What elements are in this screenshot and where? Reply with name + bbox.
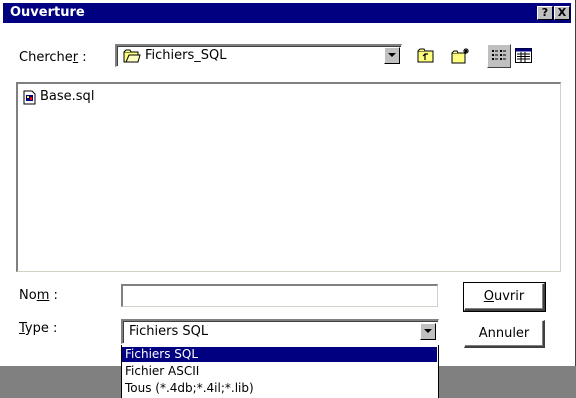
open-button[interactable]: Ouvrir	[463, 282, 546, 312]
dialog-title: Ouverture	[10, 5, 85, 20]
details-view-button[interactable]	[512, 44, 536, 68]
filetype-dropdown-button[interactable]	[420, 323, 436, 340]
close-button[interactable]: X	[554, 6, 570, 20]
filetype-option[interactable]: Tous (*.4db;*.4il;*.lib)	[122, 381, 437, 396]
filetype-combo[interactable]: Fichiers SQL	[121, 319, 439, 344]
new-folder-icon	[451, 47, 471, 68]
folder-icon	[123, 49, 141, 66]
open-dialog: Ouverture ? X Chercher : Fichiers_SQL Ba…	[0, 0, 576, 366]
file-list[interactable]: Base.sql	[16, 82, 561, 272]
details-view-icon	[515, 48, 532, 66]
filetype-option[interactable]: Fichier ASCII	[122, 364, 437, 379]
list-view-icon	[491, 49, 507, 66]
filetype-option[interactable]: Fichiers SQL	[122, 347, 437, 362]
filetype-dropdown-list[interactable]: Fichiers SQL Fichier ASCII Tous (*.4db;*…	[121, 345, 439, 398]
filename-input[interactable]	[121, 284, 438, 307]
folder-up-icon	[417, 48, 435, 66]
look-in-value: Fichiers_SQL	[145, 48, 227, 63]
filetype-value: Fichiers SQL	[129, 324, 209, 339]
cancel-button[interactable]: Annuler	[464, 320, 545, 348]
title-bar[interactable]: Ouverture ? X	[3, 3, 571, 23]
filename-label: Nom :	[19, 288, 58, 303]
look-in-dropdown-button[interactable]	[384, 47, 400, 64]
look-in-label: Chercher :	[19, 50, 87, 65]
file-name: Base.sql	[40, 89, 95, 104]
help-button[interactable]: ?	[537, 6, 553, 20]
look-in-combo[interactable]: Fichiers_SQL	[115, 44, 402, 67]
up-folder-button[interactable]	[414, 44, 438, 68]
new-folder-button[interactable]	[449, 44, 473, 68]
sql-file-icon	[23, 90, 37, 108]
list-view-button[interactable]	[487, 44, 511, 68]
filetype-label: Type :	[19, 321, 58, 336]
